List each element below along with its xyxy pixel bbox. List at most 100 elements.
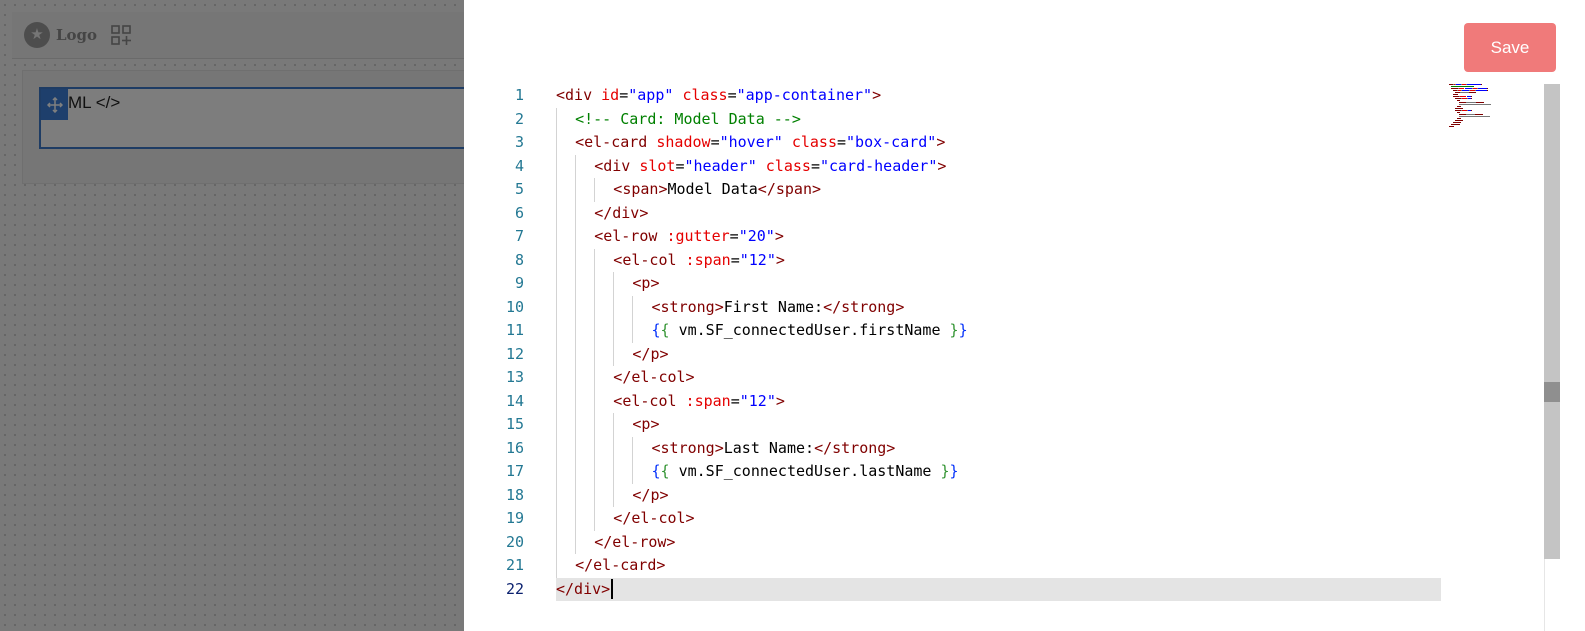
code-line[interactable]: 14 <el-col :span="12"> [464, 390, 1544, 413]
code-text: </p> [632, 343, 668, 366]
code-token: <strong> [651, 297, 724, 316]
minimap-line [1460, 116, 1488, 117]
code-line[interactable]: 20 </el-row> [464, 531, 1544, 554]
code-line[interactable]: 9 <p> [464, 272, 1544, 295]
code-token: } [940, 462, 950, 480]
code-text: <strong>Last Name:</strong> [652, 437, 896, 460]
code-token: :gutter [666, 227, 730, 245]
code-token: <span> [613, 180, 668, 198]
code-token: "app-container" [736, 86, 873, 104]
code-token: <el-row [594, 227, 658, 245]
code-token: "card-header" [819, 156, 938, 175]
code-token: "12" [739, 250, 776, 269]
minimap-line [1455, 108, 1464, 109]
code-text: </el-card> [575, 554, 665, 577]
code-line[interactable]: 17 {{ vm.SF_connectedUser.lastName }} [464, 460, 1544, 483]
line-number: 20 [505, 532, 524, 551]
minimap-line [1451, 124, 1460, 125]
code-line[interactable]: 7 <el-row :gutter="20"> [464, 225, 1544, 248]
line-number: 21 [505, 556, 524, 574]
code-line[interactable]: 16 <strong>Last Name:</strong> [464, 437, 1544, 460]
minimap-line [1462, 90, 1470, 91]
code-token: <el-col [613, 250, 677, 269]
editor-minimap[interactable] [1449, 84, 1501, 134]
code-token: "box-card" [846, 133, 937, 151]
code-line[interactable]: 2 <!-- Card: Model Data --> [464, 108, 1544, 131]
minimap-line [1487, 88, 1488, 89]
minimap-line [1471, 110, 1473, 111]
code-token: <div [556, 86, 593, 104]
code-token: > [937, 156, 947, 175]
code-text: </el-col> [613, 507, 694, 530]
code-line[interactable]: 22 </div> [464, 578, 1544, 601]
line-number: 17 [505, 462, 524, 480]
code-line[interactable]: 8 <el-col :span="12"> [464, 249, 1544, 272]
code-text: <el-col :span="12"> [613, 390, 785, 413]
line-number: 9 [514, 274, 524, 292]
code-text: <!-- Card: Model Data --> [575, 108, 801, 131]
code-text: {{ vm.SF_connectedUser.firstName }} [652, 319, 968, 342]
line-number: 7 [514, 227, 524, 245]
code-token: Model Data [667, 180, 758, 198]
code-token: shadow [656, 133, 711, 151]
code-line[interactable]: 12 </p> [464, 343, 1544, 366]
code-token: { [651, 462, 661, 480]
code-line[interactable]: 19 </el-col> [464, 507, 1544, 530]
code-token: = [810, 156, 820, 175]
code-token: :span [685, 250, 731, 269]
code-line[interactable]: 4 <div slot="header" class="card-header"> [464, 155, 1544, 178]
indent-guide [594, 248, 596, 531]
code-text: <el-row :gutter="20"> [594, 225, 784, 248]
minimap-line [1466, 102, 1477, 103]
code-token: </strong> [823, 297, 905, 316]
code-editor[interactable]: 1 <div id="app" class="app-container"> 2 <!… [464, 83, 1544, 631]
code-token: = [727, 86, 737, 104]
code-token: "header" [684, 156, 757, 175]
code-line[interactable]: 18 </p> [464, 484, 1544, 507]
indent-guide [575, 154, 577, 554]
code-text: <p> [632, 413, 659, 436]
code-line[interactable]: 6 </div> [464, 202, 1544, 225]
code-line[interactable]: 5 <span>Model Data</span> [464, 178, 1544, 201]
line-number: 22 [505, 579, 524, 598]
code-token: "20" [738, 227, 775, 245]
code-text: </div> [556, 578, 614, 601]
code-token: > [872, 86, 882, 104]
indent-guide [613, 413, 615, 507]
code-token: </el-col> [613, 509, 695, 527]
code-token: </strong> [814, 438, 896, 457]
code-line[interactable]: 1 <div id="app" class="app-container"> [464, 84, 1544, 107]
code-line[interactable]: 13 </el-col> [464, 366, 1544, 389]
code-line[interactable]: 3 <el-card shadow="hover" class="box-card… [464, 131, 1544, 154]
minimap-line [1487, 90, 1489, 91]
code-token: :span [685, 391, 731, 410]
save-button[interactable]: Save [1464, 23, 1556, 72]
code-text: <p> [632, 272, 659, 295]
minimap-line [1449, 126, 1455, 127]
code-token: "app" [628, 86, 674, 104]
code-line[interactable]: 15 <p> [464, 413, 1544, 436]
code-token: = [729, 227, 739, 245]
text-cursor [611, 579, 614, 599]
minimap-line [1467, 84, 1481, 85]
code-line[interactable]: 10 <strong>First Name:</strong> [464, 296, 1544, 319]
minimap-line [1489, 104, 1491, 105]
minimap-line [1459, 114, 1467, 115]
scrollbar-thumb[interactable] [1544, 84, 1560, 559]
code-line[interactable]: 11 {{ vm.SF_connectedUser.firstName }} [464, 319, 1544, 342]
line-number: 14 [505, 391, 524, 410]
code-token: "hover" [719, 133, 783, 151]
code-token: = [837, 133, 847, 151]
code-text: </el-col> [613, 366, 694, 389]
code-line[interactable]: 21 </el-card> [464, 554, 1544, 577]
code-text: <div slot="header" class="card-header"> [594, 155, 946, 178]
code-token: = [710, 133, 720, 151]
code-token: </p> [632, 485, 669, 504]
line-number: 11 [505, 321, 524, 339]
code-token: "12" [739, 391, 776, 410]
code-editor-drawer: Save 1 <div id="app" class="app-container… [464, 0, 1585, 631]
minimap-line [1480, 84, 1482, 85]
code-token: <el-col [613, 391, 677, 410]
